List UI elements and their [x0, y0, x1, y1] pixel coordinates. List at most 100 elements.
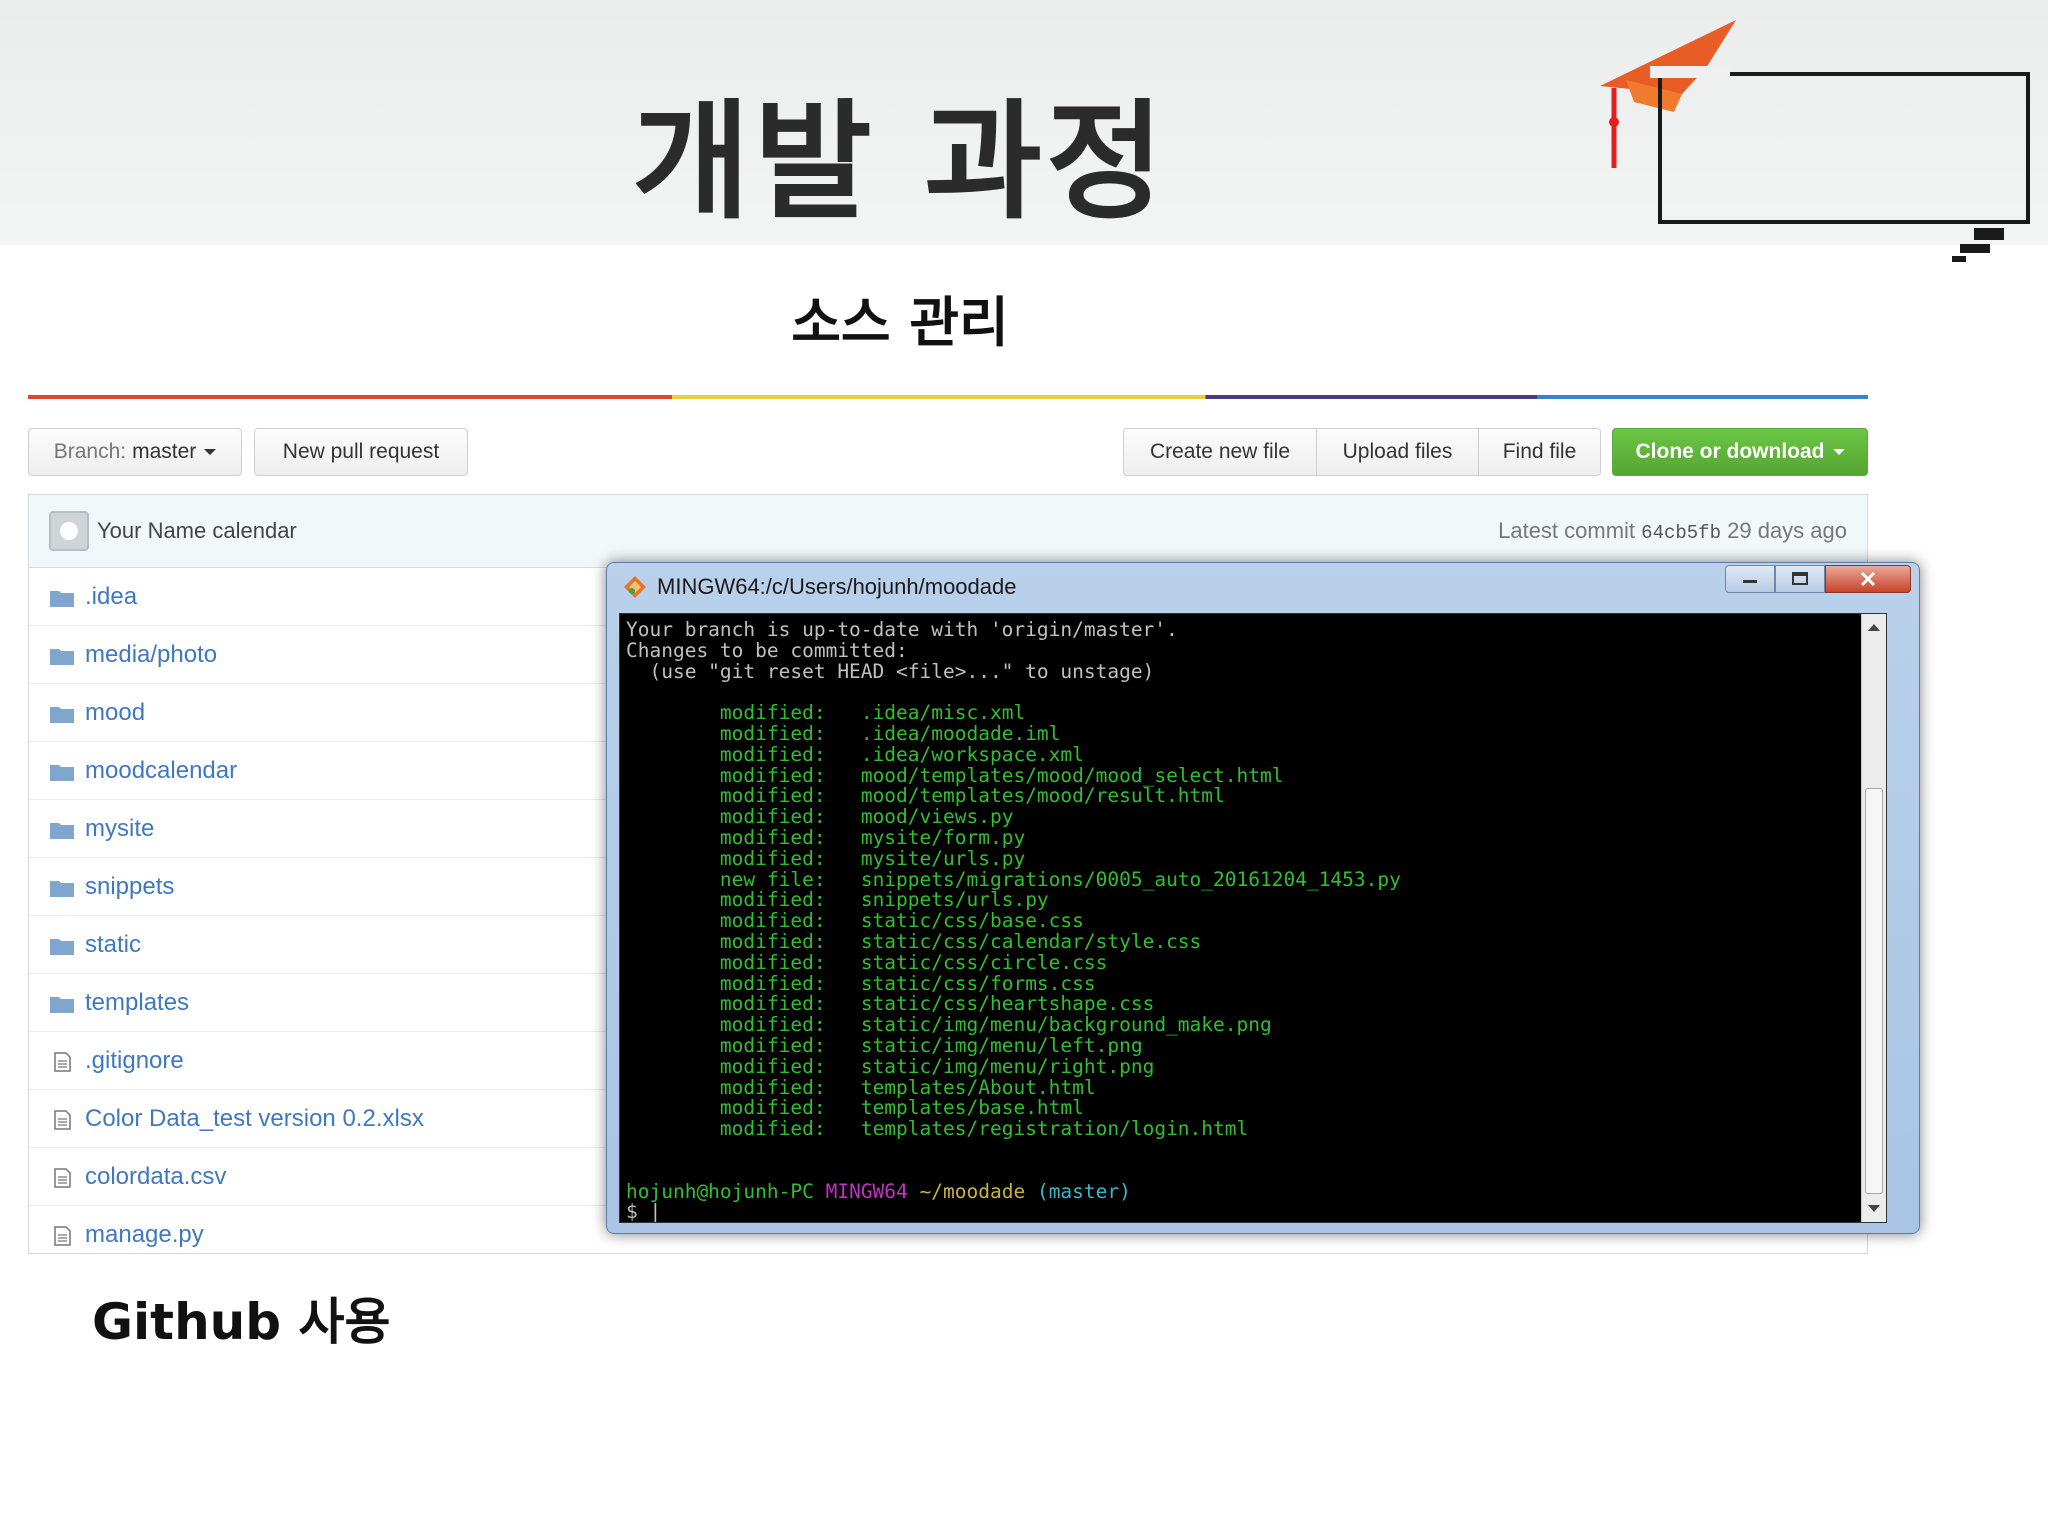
file-icon	[49, 1225, 75, 1246]
file-actions-group: Create new file Upload files Find file	[1123, 428, 1601, 476]
window-controls	[1725, 565, 1911, 593]
change-path: templates/registration/login.html	[860, 1117, 1249, 1141]
branch-select-button[interactable]: Branch: master	[28, 428, 242, 476]
change-path: static/img/menu/right.png	[860, 1054, 1155, 1078]
file-name-link[interactable]: Color Data_test version 0.2.xlsx	[85, 1105, 424, 1133]
octocat-icon	[60, 522, 78, 540]
avatar[interactable]	[49, 511, 89, 551]
file-name-link[interactable]: mood	[85, 699, 145, 727]
file-name-link[interactable]: .gitignore	[85, 1047, 184, 1075]
file-name-link[interactable]: media/photo	[85, 641, 217, 669]
change-status: modified:	[719, 701, 826, 725]
change-path: static/img/menu/left.png	[860, 1033, 1143, 1057]
file-name-link[interactable]: static	[85, 931, 141, 959]
scroll-down-icon[interactable]	[1868, 1205, 1880, 1212]
folder-icon	[49, 819, 75, 839]
commit-sha[interactable]: 64cb5fb	[1641, 522, 1721, 544]
change-path: mood/views.py	[860, 805, 1014, 829]
folder-icon	[49, 587, 75, 607]
minimize-button[interactable]	[1725, 565, 1775, 593]
clone-or-download-button[interactable]: Clone or download	[1612, 428, 1868, 476]
change-path: .idea/workspace.xml	[860, 742, 1084, 766]
change-status: new file:	[719, 867, 826, 891]
folder-icon	[49, 761, 75, 781]
find-file-button[interactable]: Find file	[1479, 428, 1601, 476]
file-name-link[interactable]: colordata.csv	[85, 1163, 226, 1191]
prompt-branch: (master)	[1036, 1179, 1131, 1203]
change-status: modified:	[719, 950, 826, 974]
branch-prefix: Branch:	[53, 440, 127, 463]
terminal-cursor: |	[637, 1200, 662, 1223]
terminal-window[interactable]: MINGW64:/c/Users/hojunh/moodade Your bra…	[606, 562, 1920, 1234]
minimize-icon	[1743, 580, 1757, 583]
prompt-cwd: ~/moodade	[919, 1179, 1026, 1203]
slide-title: 개발 과정	[632, 88, 1168, 237]
clone-or-download-label: Clone or download	[1635, 440, 1825, 463]
decorative-frame	[1658, 72, 2030, 224]
folder-icon	[49, 877, 75, 897]
file-icon	[49, 1051, 75, 1072]
commit-age: 29 days ago	[1727, 518, 1847, 543]
change-path: snippets/migrations/0005_auto_20161204_1…	[860, 867, 1401, 891]
close-button[interactable]	[1825, 565, 1911, 593]
footer-label: Github 사용	[92, 1293, 391, 1351]
change-status: modified:	[719, 742, 826, 766]
terminal-line: Your branch is up-to-date with 'origin/m…	[626, 618, 1178, 641]
scroll-up-icon[interactable]	[1868, 624, 1880, 631]
change-status: modified:	[719, 992, 826, 1016]
close-icon	[1860, 571, 1876, 587]
terminal-scrollbar[interactable]	[1861, 614, 1886, 1222]
commit-message[interactable]: Your Name calendar	[97, 518, 297, 544]
change-status: modified:	[719, 763, 826, 787]
decorative-stripes	[1952, 228, 2004, 262]
change-status: modified:	[719, 909, 826, 933]
file-name-link[interactable]: templates	[85, 989, 189, 1017]
change-status: modified:	[719, 929, 826, 953]
change-status: modified:	[719, 846, 826, 870]
change-path: mood/templates/mood/mood_select.html	[860, 763, 1284, 787]
terminal-line: Changes to be committed:	[626, 638, 908, 662]
prompt-user-host: hojunh@hojunh-PC	[626, 1179, 814, 1203]
terminal-text: Your branch is up-to-date with 'origin/m…	[620, 614, 1886, 1223]
create-new-file-button[interactable]: Create new file	[1123, 428, 1317, 476]
folder-icon	[49, 935, 75, 955]
change-status: modified:	[719, 888, 826, 912]
file-name-link[interactable]: .idea	[85, 583, 137, 611]
folder-icon	[49, 993, 75, 1013]
file-name-link[interactable]: mysite	[85, 815, 154, 843]
terminal-title: MINGW64:/c/Users/hojunh/moodade	[657, 574, 1017, 599]
mingw-logo-icon	[624, 576, 646, 598]
change-status: modified:	[719, 1096, 826, 1120]
terminal-line: (use "git reset HEAD <file>..." to unsta…	[626, 659, 1155, 683]
change-status: modified:	[719, 721, 826, 745]
change-status: modified:	[719, 1054, 826, 1078]
file-icon	[49, 1109, 75, 1130]
change-path: .idea/misc.xml	[860, 701, 1026, 725]
terminal-output[interactable]: Your branch is up-to-date with 'origin/m…	[619, 613, 1887, 1223]
change-status: modified:	[719, 784, 826, 808]
change-status: modified:	[719, 1013, 826, 1037]
new-pull-request-button[interactable]: New pull request	[254, 428, 468, 476]
change-status: modified:	[719, 1117, 826, 1141]
change-status: modified:	[719, 1033, 826, 1057]
terminal-titlebar[interactable]: MINGW64:/c/Users/hojunh/moodade	[607, 563, 1919, 611]
change-status: modified:	[719, 971, 826, 995]
change-status: modified:	[719, 1075, 826, 1099]
change-status: modified:	[719, 825, 826, 849]
latest-commit-bar: Your Name calendar Latest commit 64cb5fb…	[29, 495, 1867, 568]
branch-name: master	[132, 440, 197, 463]
change-path: templates/base.html	[860, 1096, 1084, 1120]
change-path: mysite/urls.py	[860, 846, 1026, 870]
file-name-link[interactable]: manage.py	[85, 1221, 204, 1249]
file-name-link[interactable]: snippets	[85, 873, 174, 901]
change-path: mood/templates/mood/result.html	[860, 784, 1225, 808]
upload-files-button[interactable]: Upload files	[1317, 428, 1479, 476]
change-path: static/img/menu/background_make.png	[860, 1013, 1272, 1037]
scroll-thumb[interactable]	[1865, 788, 1883, 1194]
change-path: static/css/heartshape.css	[860, 992, 1155, 1016]
change-status: modified:	[719, 805, 826, 829]
change-path: static/css/circle.css	[860, 950, 1108, 974]
file-name-link[interactable]: moodcalendar	[85, 757, 237, 785]
change-path: snippets/urls.py	[860, 888, 1049, 912]
maximize-button[interactable]	[1775, 565, 1825, 593]
